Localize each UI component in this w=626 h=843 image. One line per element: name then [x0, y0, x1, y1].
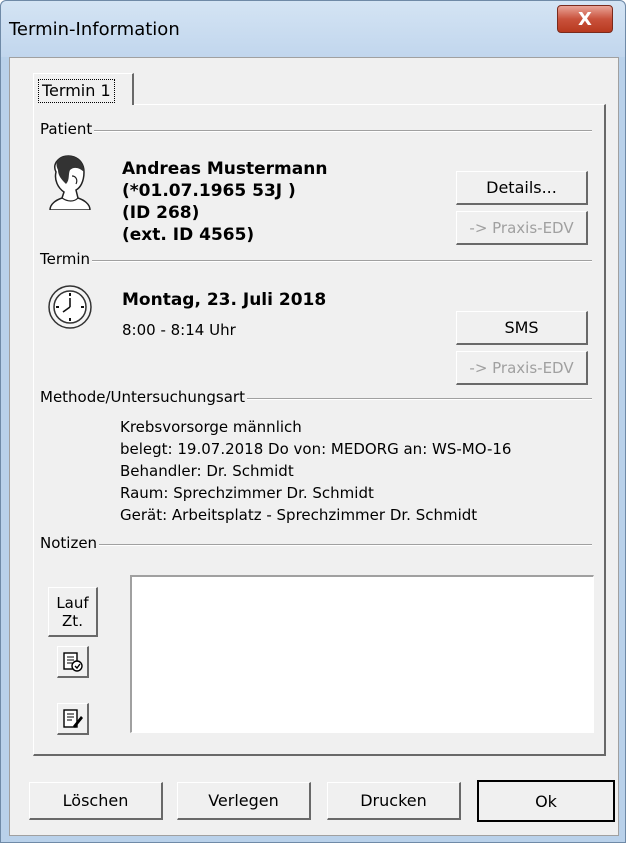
- ok-button[interactable]: Ok: [477, 780, 615, 822]
- lauf-zt-label-2: Zt.: [62, 611, 83, 630]
- methode-line-behandler: Behandler: Dr. Schmidt: [120, 462, 294, 480]
- methode-section-label: Methode/Untersuchungsart: [40, 388, 247, 406]
- patient-section-label: Patient: [40, 120, 95, 138]
- document-stack-icon: [62, 651, 83, 672]
- termin-praxis-edv-button[interactable]: -> Praxis-EDV: [456, 351, 588, 385]
- notes-textarea[interactable]: [130, 575, 594, 733]
- termin-time: 8:00 - 8:14 Uhr: [122, 321, 236, 339]
- patient-ext-id: (ext. ID 4565): [122, 225, 255, 245]
- close-button[interactable]: X: [557, 5, 613, 33]
- notizen-section-label: Notizen: [40, 534, 100, 552]
- methode-line-belegt: belegt: 19.07.2018 Do von: MEDORG an: WS…: [120, 440, 512, 458]
- notizen-separator: [40, 544, 592, 546]
- tab-termin-1[interactable]: Termin 1: [33, 73, 134, 105]
- termin-date: Montag, 23. Juli 2018: [122, 290, 327, 310]
- patient-id: (ID 268): [122, 203, 200, 223]
- dialog-client-area: Termin 1 Patient Andreas Mustermann (*01…: [9, 57, 619, 836]
- verlegen-button[interactable]: Verlegen: [177, 782, 311, 820]
- patient-name: Andreas Mustermann: [122, 159, 328, 179]
- notes-template-button[interactable]: [57, 646, 89, 678]
- patient-separator: [40, 130, 592, 132]
- tab-panel: Patient Andreas Mustermann (*01.07.1965 …: [33, 104, 606, 756]
- methode-line-raum: Raum: Sprechzimmer Dr. Schmidt: [120, 484, 374, 502]
- methode-line-type: Krebsvorsorge männlich: [120, 418, 302, 436]
- methode-line-geraet: Gerät: Arbeitsplatz - Sprechzimmer Dr. S…: [120, 506, 478, 524]
- lauf-zt-button[interactable]: Lauf Zt.: [48, 587, 98, 637]
- sms-button[interactable]: SMS: [456, 311, 588, 345]
- loeschen-button[interactable]: Löschen: [29, 782, 163, 820]
- patient-praxis-edv-button[interactable]: -> Praxis-EDV: [456, 211, 588, 245]
- lauf-zt-label-1: Lauf: [56, 593, 89, 612]
- close-icon: X: [578, 8, 592, 30]
- document-edit-icon: [62, 708, 83, 728]
- drucken-button[interactable]: Drucken: [327, 782, 461, 820]
- notes-edit-button[interactable]: [57, 703, 89, 735]
- details-button[interactable]: Details...: [456, 171, 588, 205]
- patient-birth: (*01.07.1965 53J ): [122, 181, 296, 201]
- dialog-window: Termin-Information X Termin 1 Patient An…: [0, 0, 626, 843]
- termin-section-label: Termin: [40, 250, 93, 268]
- clock-icon: [48, 285, 92, 329]
- tab-label: Termin 1: [38, 79, 115, 103]
- termin-separator: [40, 260, 592, 262]
- title-bar[interactable]: Termin-Information X: [1, 1, 625, 57]
- patient-head-icon: [48, 154, 92, 211]
- window-title: Termin-Information: [9, 19, 180, 40]
